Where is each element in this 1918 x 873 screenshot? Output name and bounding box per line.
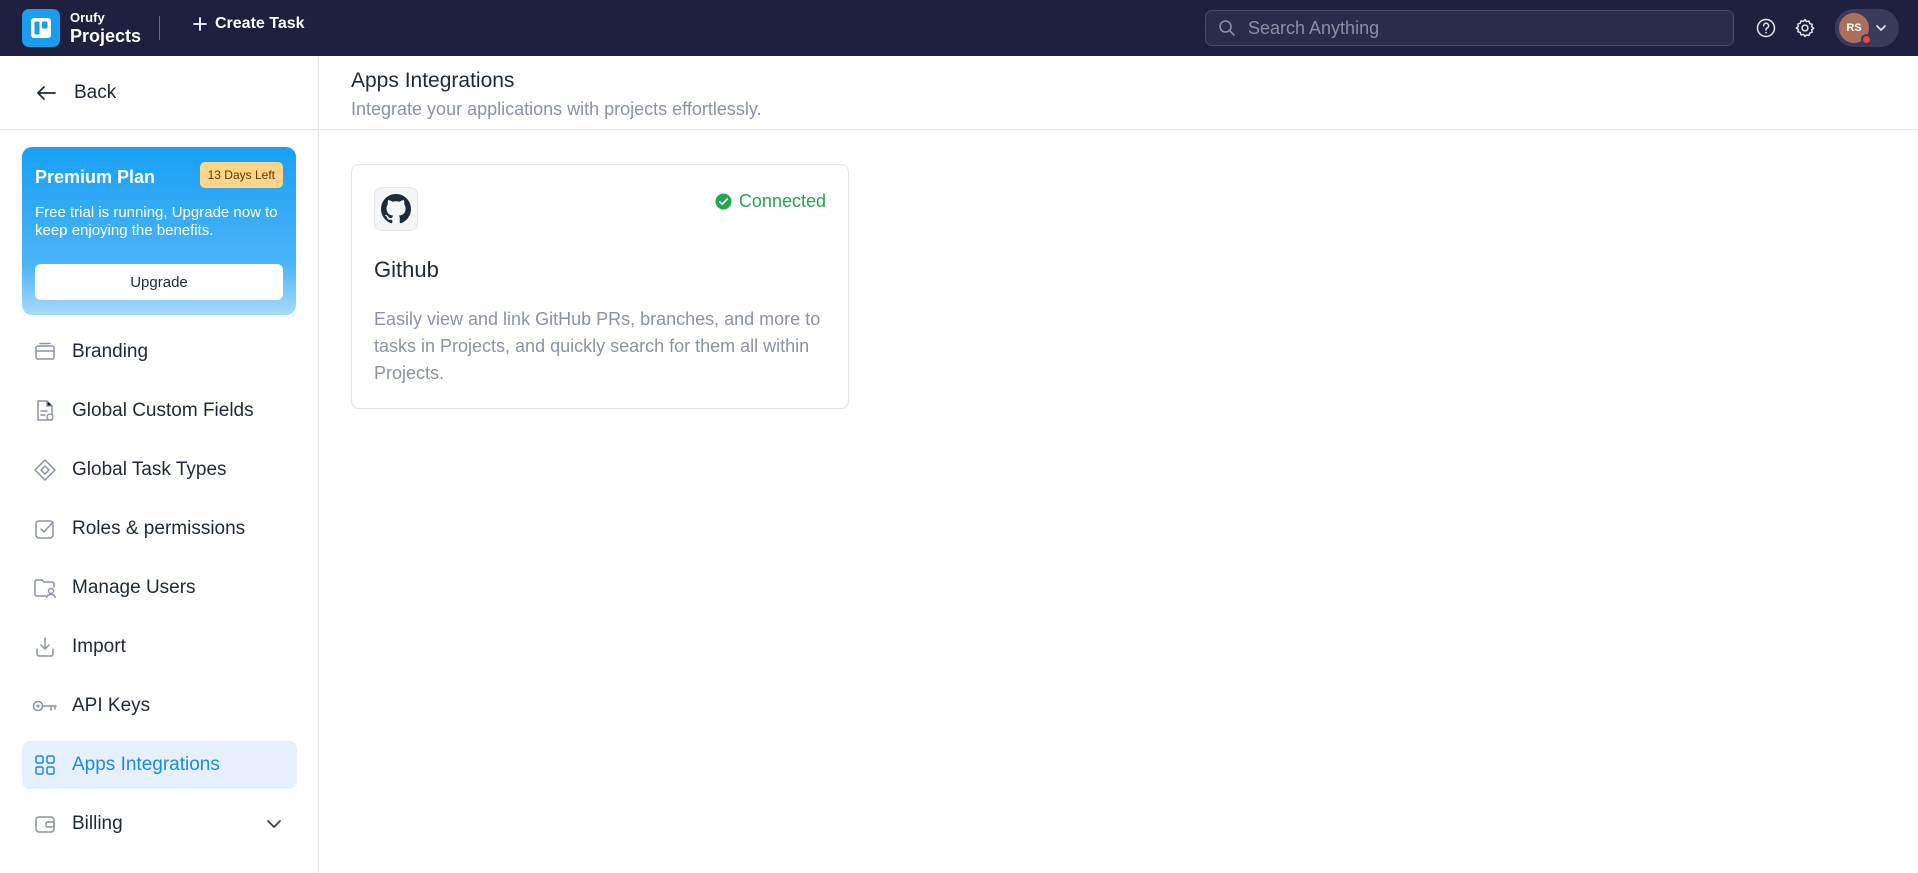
- status-label: Connected: [738, 191, 826, 211]
- integration-card-github[interactable]: Connected Github Easily view and link Gi…: [351, 164, 849, 409]
- connected-status: Connected: [715, 191, 826, 212]
- import-icon: [32, 634, 58, 660]
- create-task-button[interactable]: Create Task: [193, 15, 305, 33]
- page-subtitle: Integrate your applications with project…: [351, 99, 762, 119]
- wallet-icon: [32, 811, 58, 837]
- sidebar-item-branding[interactable]: Branding: [22, 328, 297, 376]
- sidebar-item-manage-users[interactable]: Manage Users: [22, 564, 297, 612]
- sidebar-item-roles-permissions[interactable]: Roles & permissions: [22, 505, 297, 553]
- sidebar-item-label: Billing: [72, 813, 123, 834]
- avatar-initials: RS: [1846, 22, 1862, 34]
- search-icon: [1219, 20, 1235, 36]
- help-icon[interactable]: [1755, 17, 1777, 39]
- page-header: Apps Integrations Integrate your applica…: [320, 56, 1918, 130]
- apps-grid-icon: [32, 752, 58, 778]
- status-dot: [1861, 34, 1872, 45]
- search-box[interactable]: [1205, 10, 1734, 46]
- back-label: Back: [74, 82, 117, 103]
- topbar-divider: [159, 16, 160, 40]
- branding-icon: [32, 339, 58, 365]
- premium-title: Premium Plan: [35, 167, 156, 187]
- sidebar-divider: [0, 129, 319, 130]
- integration-description: Easily view and link GitHub PRs, branche…: [374, 309, 821, 383]
- sidebar-item-global-task-types[interactable]: Global Task Types: [22, 446, 297, 494]
- sidebar-item-label: Branding: [72, 341, 149, 362]
- sidebar-item-label: Roles & permissions: [72, 518, 246, 539]
- back-button[interactable]: Back: [36, 82, 116, 104]
- arrow-left-icon: [37, 86, 56, 100]
- integration-name: Github: [374, 257, 439, 282]
- chevron-down-icon[interactable]: [265, 815, 283, 833]
- sidebar-item-label: Apps Integrations: [72, 754, 220, 775]
- top-bar: Orufy Projects Create Task RS: [0, 0, 1918, 56]
- custom-fields-icon: [32, 398, 58, 424]
- sidebar-item-billing[interactable]: Billing: [22, 800, 297, 848]
- brand-small-text: Orufy: [70, 10, 105, 25]
- users-folder-icon: [32, 575, 58, 601]
- brand-name: Orufy Projects: [70, 11, 141, 45]
- check-circle-icon: [715, 193, 732, 210]
- sidebar-item-label: API Keys: [72, 695, 151, 716]
- premium-description: Free trial is running, Upgrade now to ke…: [35, 204, 278, 239]
- page-title: Apps Integrations: [351, 69, 515, 92]
- plus-icon: [193, 17, 207, 31]
- github-icon: [374, 187, 418, 231]
- key-icon: [32, 693, 58, 719]
- sidebar-item-label: Global Custom Fields: [72, 400, 254, 421]
- create-task-label: Create Task: [215, 15, 305, 32]
- roles-icon: [32, 516, 58, 542]
- settings-gear-icon[interactable]: [1794, 17, 1816, 39]
- sidebar: Back Premium Plan 13 Days Left Free tria…: [0, 56, 319, 873]
- upgrade-button[interactable]: Upgrade: [35, 264, 283, 300]
- user-menu[interactable]: RS: [1835, 9, 1899, 47]
- sidebar-item-import[interactable]: Import: [22, 623, 297, 671]
- avatar: RS: [1839, 13, 1872, 45]
- premium-plan-card: Premium Plan 13 Days Left Free trial is …: [22, 147, 296, 315]
- chevron-down-icon: [1876, 25, 1886, 31]
- sidebar-item-label: Import: [72, 636, 126, 657]
- brand-big-text: Projects: [70, 26, 142, 46]
- settings-nav: Branding Global Custom Fields Global Tas…: [22, 328, 297, 859]
- sidebar-item-apps-integrations[interactable]: Apps Integrations: [22, 741, 297, 789]
- app-logo-icon[interactable]: [22, 9, 60, 47]
- sidebar-item-global-custom-fields[interactable]: Global Custom Fields: [22, 387, 297, 435]
- sidebar-item-api-keys[interactable]: API Keys: [22, 682, 297, 730]
- task-types-icon: [32, 457, 58, 483]
- trial-days-badge: 13 Days Left: [199, 162, 283, 188]
- sidebar-item-label: Global Task Types: [72, 459, 227, 480]
- sidebar-item-label: Manage Users: [72, 577, 196, 598]
- search-input[interactable]: [1248, 17, 1708, 39]
